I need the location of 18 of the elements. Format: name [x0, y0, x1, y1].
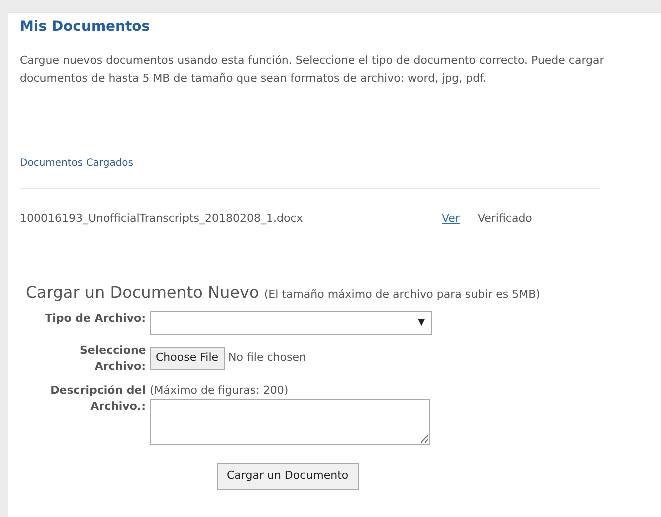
section-heading: Cargar un Documento Nuevo: [26, 283, 260, 302]
submit-button[interactable]: Cargar un Documento: [217, 463, 359, 490]
field-label: Descripción del Archivo.:: [50, 383, 146, 416]
file-status-text: No file chosen: [228, 350, 306, 366]
intro-text: Cargue nuevos documentos usando esta función. Seleccione el tipo de documento correcto. Puede cargar documentos de hasta 5 MB de tamaño que sean formatos de archivo: word, jpg, pdf.: [20, 52, 606, 87]
size-note: (El tamaño máximo de archivo para subir es 5MB): [264, 288, 540, 302]
description-field[interactable]: [150, 399, 430, 446]
file-type-select[interactable]: ▼: [150, 311, 432, 336]
dropdown-arrow-icon: ▼: [418, 316, 425, 330]
view-link[interactable]: Ver: [442, 210, 460, 228]
field-label: Seleccione Archivo:: [79, 343, 146, 376]
file-name: 100016193_UnofficialTranscripts_20180208_1.docx: [20, 210, 304, 227]
hint-text: (Máximo de figuras: 200): [150, 383, 290, 400]
page-title: Mis Documentos: [20, 19, 152, 36]
section-label: Documentos Cargados: [20, 156, 135, 171]
status-text: Verificado: [478, 210, 532, 227]
choose-file-button[interactable]: Choose File: [150, 347, 225, 370]
field-label: Tipo de Archivo:: [44, 311, 146, 328]
